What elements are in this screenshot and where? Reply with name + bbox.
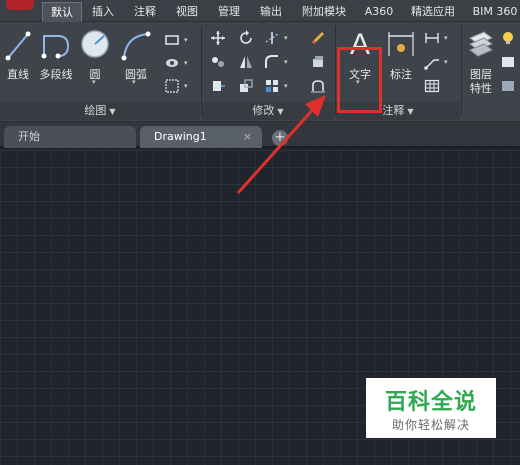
application-menu-icon[interactable] (6, 0, 34, 10)
chevron-down-icon: ▼ (407, 107, 414, 116)
line-button[interactable]: 直线 (2, 28, 34, 88)
leader-icon[interactable] (424, 54, 440, 70)
linear-dimension-icon[interactable] (424, 30, 440, 46)
stretch-icon[interactable] (210, 78, 226, 94)
chevron-down-icon: ▼ (277, 107, 284, 116)
fillet-icon[interactable] (264, 54, 280, 70)
draw-panel-footer[interactable]: 绘图 ▼ (0, 102, 200, 120)
polyline-label: 多段线 (39, 68, 73, 81)
boundary-icon[interactable] (164, 78, 180, 94)
ribbon: 直线 多段线 圆 ▾ 圆弧 ▾ ▾ ▾ ▾ 绘图 ▼ ▾ ▾ ▾ 修改 ▼ A … (0, 22, 520, 122)
document-tab-bar: 开始 Drawing1 × + (0, 122, 520, 148)
explode-icon[interactable] (310, 54, 326, 70)
circle-button[interactable]: 圆 ▾ (78, 28, 112, 88)
tab-drawing1[interactable]: Drawing1 × (140, 126, 262, 148)
tab-output[interactable]: 输出 (256, 2, 286, 22)
dimension-icon (388, 32, 414, 56)
close-icon[interactable]: × (243, 126, 252, 148)
tab-start-label: 开始 (18, 130, 40, 143)
ribbon-tab-bar: 默认 插入 注释 视图 管理 输出 附加模块 A360 精选应用 BIM 360 (0, 0, 520, 22)
tab-insert[interactable]: 插入 (88, 2, 118, 22)
lightbulb-icon[interactable] (500, 30, 516, 46)
tab-drawing1-label: Drawing1 (154, 130, 207, 143)
tab-a360[interactable]: A360 (362, 2, 396, 22)
draw-panel-title: 绘图 (84, 104, 107, 117)
tab-start[interactable]: 开始 (4, 126, 136, 148)
offset-icon[interactable] (310, 78, 326, 94)
tab-featured-apps[interactable]: 精选应用 (406, 2, 460, 22)
tab-default[interactable]: 默认 (42, 2, 82, 22)
rotate-icon[interactable] (238, 30, 254, 46)
trim-icon[interactable] (264, 30, 280, 46)
layer-properties-button[interactable]: 图层 特性 (464, 28, 498, 98)
annotation-panel-title: 注释 (382, 104, 405, 117)
rectangle-icon[interactable] (164, 32, 180, 48)
line-label: 直线 (7, 68, 29, 81)
watermark-logo: 百科全说 助你轻松解决 (366, 378, 496, 438)
scale-icon[interactable] (238, 78, 254, 94)
autocad-window: 默认 插入 注释 视图 管理 输出 附加模块 A360 精选应用 BIM 360… (0, 0, 520, 465)
layer-state-icon[interactable] (500, 54, 516, 70)
watermark-title: 百科全说 (384, 390, 477, 415)
new-tab-button[interactable]: + (272, 130, 288, 146)
modify-panel-footer[interactable]: 修改 ▼ (202, 102, 334, 120)
erase-icon[interactable] (310, 30, 326, 46)
arc-button[interactable]: 圆弧 ▾ (118, 28, 154, 88)
array-icon[interactable] (264, 78, 280, 94)
dimension-label: 标注 (390, 68, 412, 81)
chevron-down-icon: ▼ (109, 107, 116, 116)
layer-properties-label-2: 特性 (470, 82, 492, 95)
watermark-subtitle: 助你轻松解决 (391, 418, 470, 432)
move-icon[interactable] (210, 30, 226, 46)
tab-addins[interactable]: 附加模块 (298, 2, 350, 22)
modify-panel-title: 修改 (252, 104, 275, 117)
table-icon[interactable] (424, 78, 440, 94)
tab-view[interactable]: 视图 (172, 2, 202, 22)
layer-tools-icon[interactable] (500, 78, 516, 94)
dimension-button[interactable]: 标注 (384, 28, 418, 88)
mirror-icon[interactable] (238, 54, 254, 70)
arc-icon (121, 31, 151, 61)
circle-icon (81, 30, 109, 58)
tab-manage[interactable]: 管理 (214, 2, 244, 22)
highlight-box (337, 47, 382, 113)
copy-icon[interactable] (210, 54, 226, 70)
line-icon (5, 31, 31, 61)
polyline-icon (41, 35, 70, 59)
hatch-icon[interactable] (164, 55, 180, 71)
polyline-button[interactable]: 多段线 (38, 28, 74, 88)
layers-icon (469, 31, 493, 57)
tab-annotate[interactable]: 注释 (130, 2, 160, 22)
arc-label: 圆弧 (125, 68, 147, 81)
tab-bim360[interactable]: BIM 360 (470, 2, 520, 22)
